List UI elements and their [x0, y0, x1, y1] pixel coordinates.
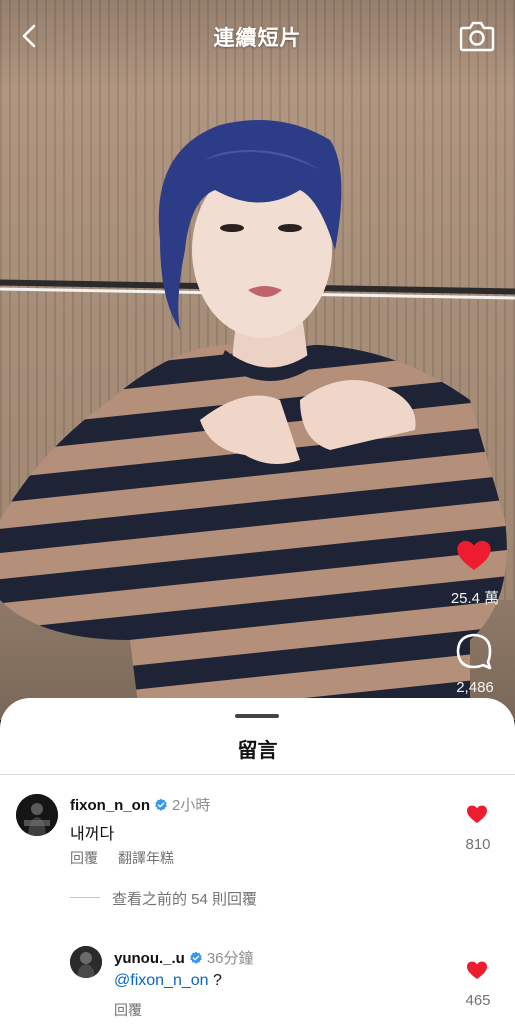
heart-icon: [467, 961, 487, 979]
like-button[interactable]: [454, 535, 494, 575]
replies-line: [70, 897, 100, 898]
reply-like-button[interactable]: [465, 958, 489, 982]
comment-like-button[interactable]: [465, 802, 489, 826]
video-person-figure: [0, 120, 507, 720]
camera-icon: [459, 21, 495, 52]
translate-button[interactable]: 翻譯年糕: [118, 850, 174, 866]
comments-title: 留言: [237, 740, 278, 762]
comment-count: 2,486: [456, 679, 494, 696]
heart-icon: [467, 805, 487, 823]
comment-button[interactable]: [454, 631, 494, 671]
drag-handle[interactable]: [235, 714, 279, 718]
reply-time: 36分鐘: [206, 950, 254, 967]
reply-header: yunou._.u 36分鐘: [114, 947, 254, 968]
comment-time: 2小時: [172, 797, 211, 814]
avatar[interactable]: [16, 794, 58, 836]
comment-like-count: 810: [465, 836, 491, 853]
reply-text: @fixon_n_on ?: [114, 972, 222, 990]
view-replies-label: 查看之前的 54 則回覆: [112, 891, 258, 908]
like-count: 25.4 萬: [450, 590, 500, 607]
reply-actions: 回覆: [114, 1000, 142, 1020]
top-bar: 連續短片: [0, 0, 515, 72]
avatar[interactable]: [70, 946, 102, 978]
heart-icon: [457, 540, 491, 570]
verified-badge-icon: [155, 798, 167, 811]
avatar-image: [70, 946, 102, 978]
reply-mention[interactable]: @fixon_n_on: [114, 972, 209, 989]
comment-bubble-icon: [456, 633, 492, 670]
reply-button[interactable]: 回覆: [114, 1002, 142, 1018]
reply-button[interactable]: 回覆: [70, 850, 98, 866]
comment-header: fixon_n_on 2小時: [70, 794, 210, 815]
comment-item: fixon_n_on 2小時 내꺼다 回覆 翻譯年糕 810: [0, 790, 515, 876]
reel-video[interactable]: [0, 0, 515, 720]
camera-button[interactable]: [458, 18, 496, 54]
verified-badge-icon: [190, 951, 202, 964]
avatar-image: [16, 794, 58, 836]
comment-username[interactable]: fixon_n_on: [70, 797, 150, 814]
page-title: 連續短片: [213, 27, 302, 50]
comments-sheet: 留言 fixon_n_on2小時 내꺼다 回覆翻譯年糕 810 查看之前的: [0, 698, 515, 1024]
reply-item: yunou._.u 36分鐘 @fixon_n_on ? 回覆 465: [0, 936, 515, 1022]
comment-text: 내꺼다: [70, 826, 115, 843]
comment-actions: 回覆 翻譯年糕: [70, 848, 174, 868]
reply-username[interactable]: yunou._.u: [114, 950, 185, 967]
reply-text-suffix: ?: [212, 972, 222, 989]
reply-like-count: 465: [465, 992, 491, 1009]
divider: [0, 774, 515, 775]
